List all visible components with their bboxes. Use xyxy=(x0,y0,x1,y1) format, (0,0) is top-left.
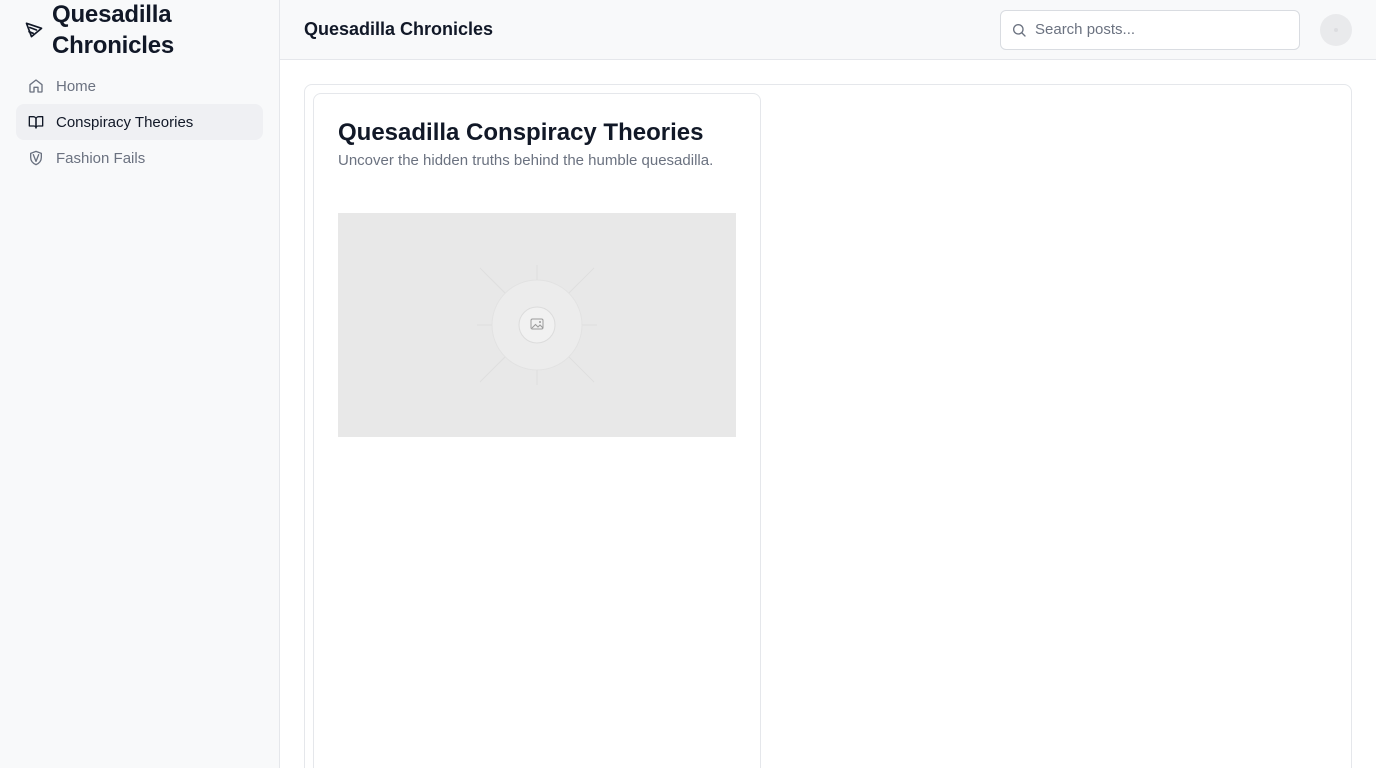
sidebar-item-home[interactable]: Home xyxy=(16,68,263,104)
post-subtitle: Uncover the hidden truths behind the hum… xyxy=(338,152,714,169)
sidebar-item-conspiracy-theories[interactable]: Conspiracy Theories xyxy=(16,104,263,140)
brand[interactable]: Quesadilla Chronicles xyxy=(16,0,263,62)
sidebar: Quesadilla Chronicles Home Conspiracy Th… xyxy=(0,0,280,768)
avatar[interactable] xyxy=(1320,13,1352,46)
post-card[interactable]: Quesadilla Conspiracy Theories Uncover t… xyxy=(313,93,761,768)
search-box[interactable] xyxy=(1000,9,1300,50)
sidebar-item-fashion-fails[interactable]: Fashion Fails xyxy=(16,140,263,176)
header-title: Quesadilla Chronicles xyxy=(304,19,494,39)
app: Quesadilla Chronicles Home Conspiracy Th… xyxy=(0,0,1376,768)
avatar-placeholder xyxy=(1334,27,1338,32)
post-title[interactable]: Quesadilla Conspiracy Theories xyxy=(338,118,736,148)
sidebar-item-label: Conspiracy Theories xyxy=(56,113,194,131)
content: Quesadilla Conspiracy Theories Uncover t… xyxy=(280,60,1376,768)
home-icon xyxy=(29,79,43,93)
sidebar-item-label: Home xyxy=(56,77,97,95)
top-header: Quesadilla Chronicles xyxy=(280,0,1376,60)
posts-panel: Quesadilla Conspiracy Theories Uncover t… xyxy=(304,84,1352,768)
sidebar-nav: Home Conspiracy Theories Fashion Fails xyxy=(16,68,263,176)
image-placeholder-icon xyxy=(477,265,597,385)
pizza-slice-icon xyxy=(25,22,43,38)
open-book-icon xyxy=(28,116,44,129)
search-icon xyxy=(1013,23,1026,37)
shield-icon xyxy=(30,150,42,166)
main-area: Quesadilla Chronicles Quesadilla Conspir… xyxy=(280,0,1376,768)
sidebar-item-label: Fashion Fails xyxy=(56,149,146,167)
brand-title: Quesadilla Chronicles xyxy=(52,1,175,59)
search-input[interactable] xyxy=(1035,21,1289,38)
post-image-placeholder xyxy=(338,213,736,437)
